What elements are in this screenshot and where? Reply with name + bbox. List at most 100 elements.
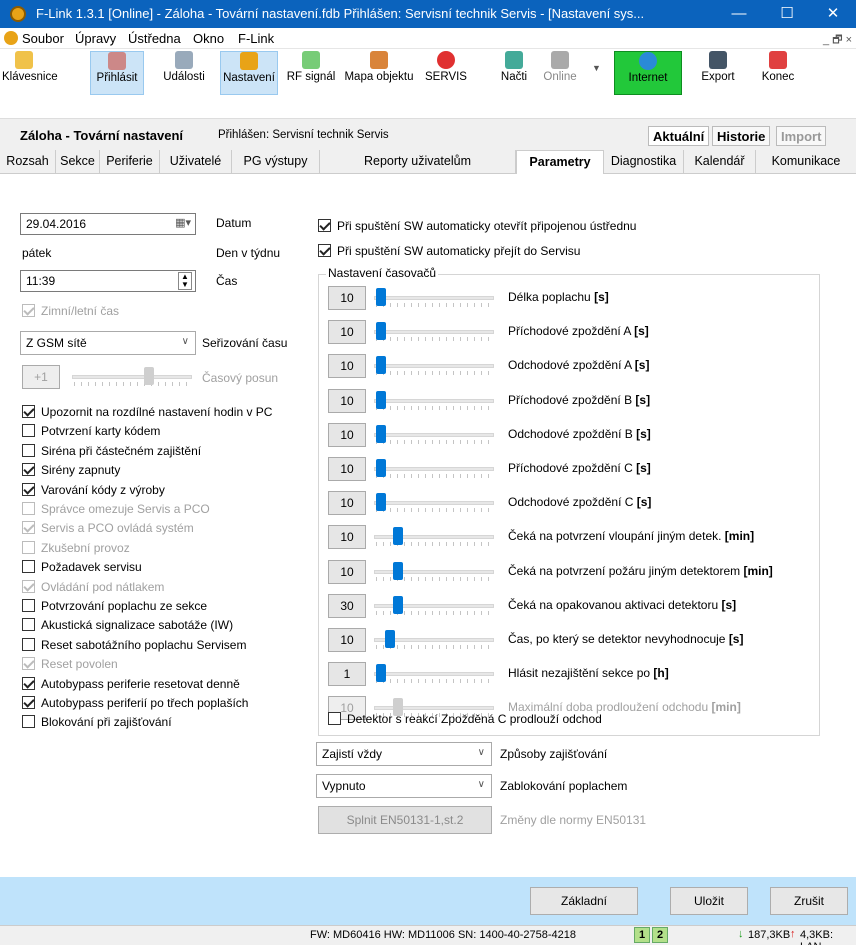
auto-open-checkbox[interactable]: Při spuštění SW automaticky otevřít přip… [318,219,636,237]
checkbox-box [22,560,35,574]
timer-slider[interactable] [374,662,494,686]
timer-slider[interactable] [374,594,494,618]
service-button[interactable]: SERVIS [422,51,470,95]
timer-slider[interactable] [374,354,494,378]
view-tab-actual[interactable]: Aktuální [648,126,710,146]
slider-thumb[interactable] [376,459,386,477]
slider-thumb[interactable] [376,390,386,409]
alarm-block-select[interactable]: Vypnuto ∨ [316,774,492,798]
tab-kalendar[interactable]: Kalendář [684,150,756,174]
option-checkbox[interactable]: Varování kódy z výroby [22,482,165,501]
tab-rozsah[interactable]: Rozsah [0,150,56,174]
view-tab-import[interactable]: Import [776,126,827,146]
arm-mode-select[interactable]: Zajistí vždy ∨ [316,742,492,766]
load-button[interactable]: Načti [496,51,532,95]
timer-slider[interactable] [374,389,494,413]
menu-okno[interactable]: Okno [193,31,224,46]
slider-thumb[interactable] [376,424,386,443]
tab-parametry[interactable]: Parametry [516,150,604,175]
tab-reporty[interactable]: Reporty uživatelům [320,150,516,174]
close-button[interactable]: ✕ [810,0,856,28]
timer-slider[interactable] [374,286,494,310]
option-checkbox[interactable]: Autobypass periferie resetovat denně [22,676,240,695]
slider-thumb[interactable] [376,322,386,341]
option-checkbox[interactable]: Správce omezuje Servis a PCO [22,502,210,520]
option-checkbox[interactable]: Ovládání pod nátlakem [22,579,164,598]
chevron-down-icon[interactable]: ▼ [592,63,601,73]
slider-thumb[interactable] [384,630,395,648]
view-tab-history[interactable]: Historie [712,126,771,146]
rf-signal-button[interactable]: RF signál [284,51,338,95]
title-bar[interactable]: F-Link 1.3.1 [Online] - Záloha - Tovární… [0,0,856,28]
time-sync-select[interactable]: Z GSM sítě ∨ [20,331,196,355]
tab-diagnostika[interactable]: Diagnostika [604,150,684,174]
calendar-icon[interactable]: ▦▾ [175,216,191,229]
login-button[interactable]: Přihlásit [90,51,144,95]
settings-button[interactable]: Nastavení [220,51,278,95]
option-checkbox[interactable]: Požadavek servisu [22,560,142,578]
slider-thumb[interactable] [392,595,403,614]
slider-thumb[interactable] [376,493,386,512]
export-button[interactable]: Export [696,51,740,95]
mdi-window-controls[interactable]: _ 🗗 × [823,31,852,50]
slider-thumb[interactable] [144,367,154,385]
tab-komunikace[interactable]: Komunikace [756,150,856,174]
online-button[interactable]: Online [540,51,580,95]
menu-upravy[interactable]: Úpravy [75,31,116,46]
timer-slider[interactable] [374,320,494,344]
exit-button[interactable]: Konec [758,51,798,95]
option-checkbox[interactable]: Reset povolen [22,657,118,675]
checkbox-box [22,715,35,729]
slider-thumb[interactable] [392,527,403,546]
timer-slider[interactable] [374,423,494,447]
tab-pg-vystupy[interactable]: PG výstupy [232,150,320,174]
option-checkbox[interactable]: Akustická signalizace sabotáže (IW) [22,618,233,636]
timer-slider[interactable] [374,525,494,549]
slider-thumb[interactable] [392,561,403,580]
option-checkbox[interactable]: Zkušební provoz [22,540,130,559]
keyboard-button[interactable]: Klávesnice [2,51,58,95]
internet-button[interactable]: Internet [614,51,682,95]
menu-flink[interactable]: F-Link [238,31,274,46]
menu-soubor[interactable]: Soubor [22,31,64,46]
timer-slider[interactable] [374,560,494,584]
timer-slider[interactable] [374,628,494,652]
option-checkbox[interactable]: Sirény zapnuty [22,463,120,481]
save-button[interactable]: Uložit [670,887,748,915]
option-checkbox[interactable]: Potvrzení karty kódem [22,424,160,442]
basic-button[interactable]: Základní [530,887,638,915]
maximize-button[interactable]: ☐ [764,0,810,28]
option-checkbox[interactable]: Upozornit na rozdílné nastavení hodin v … [22,405,272,423]
timer-slider[interactable] [374,491,494,515]
events-button[interactable]: Události [160,51,208,95]
tab-uzivatele[interactable]: Uživatelé [160,150,232,174]
en50131-button[interactable]: Splnit EN50131-1,st.2 [318,806,492,834]
slider-thumb[interactable] [376,356,386,375]
option-checkbox[interactable]: Autobypass periferií po třech poplaších [22,696,248,714]
option-checkbox[interactable]: Reset sabotážního poplachu Servisem [22,637,246,656]
map-button[interactable]: Mapa objektu [344,51,414,95]
tab-sekce[interactable]: Sekce [56,150,100,174]
option-checkbox[interactable]: Blokování při zajišťování [22,715,172,733]
delay-c-extends-checkbox[interactable]: Detektor s reakcí Zpožděná C prodlouží o… [328,712,602,730]
dst-checkbox[interactable]: Zimní/letní čas [22,304,119,322]
cancel-button[interactable]: Zrušit [770,887,848,915]
tab-periferie[interactable]: Periferie [100,150,160,174]
time-sync-value: Z GSM sítě [26,336,87,350]
auto-service-checkbox[interactable]: Při spuštění SW automaticky přejít do Se… [318,244,580,262]
option-checkbox[interactable]: Potvrzování poplachu ze sekce [22,599,207,617]
checkbox-box [22,443,35,457]
slider-thumb[interactable] [376,664,386,683]
slider-thumb[interactable] [376,288,386,306]
option-label: Upozornit na rozdílné nastavení hodin v … [41,405,273,419]
time-field[interactable]: 11:39 ▲ ▼ [20,270,196,292]
menu-ustredna[interactable]: Ústředna [128,31,181,46]
minimize-button[interactable]: — [716,0,762,28]
option-checkbox[interactable]: Servis a PCO ovládá systém [22,521,194,539]
timer-unit: [s] [636,495,652,510]
timer-slider[interactable] [374,457,494,481]
time-spin-icon[interactable]: ▲ ▼ [178,272,192,290]
option-checkbox[interactable]: Siréna při částečném zajištění [22,443,201,462]
time-offset-slider[interactable] [72,365,192,389]
date-picker[interactable]: 29.04.2016 ▦▾ [20,213,196,235]
